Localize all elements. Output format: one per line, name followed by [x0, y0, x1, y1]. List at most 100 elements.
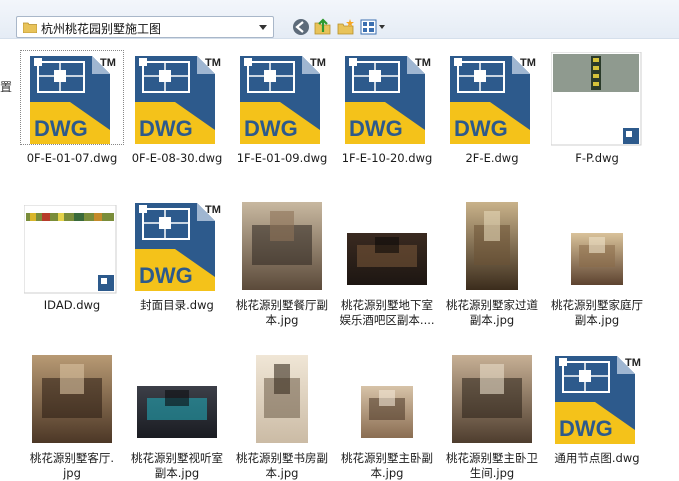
file-name-line: F-P.dwg	[575, 151, 619, 165]
file-name[interactable]: 桃花源别墅家过道 副本.jpg	[440, 298, 544, 328]
new-folder-icon[interactable]	[336, 17, 356, 37]
up-folder-icon[interactable]	[313, 17, 333, 37]
file-name[interactable]: 0F-E-08-30.dwg	[125, 151, 229, 166]
file-name-line: 桃花源别墅主卧卫	[446, 451, 538, 465]
file-name-line: 桃花源别墅家庭厅	[551, 298, 643, 312]
file-name[interactable]: 封面目录.dwg	[125, 298, 229, 313]
file-thumbnail[interactable]: DWG TM	[335, 50, 439, 145]
file-thumbnail[interactable]	[545, 50, 649, 147]
file-item[interactable]: 桃花源别墅主卧卫 生间.jpg	[440, 350, 544, 480]
file-name-line: 1F-E-10-20.dwg	[341, 151, 433, 165]
file-thumbnail[interactable]	[440, 197, 544, 292]
file-thumbnail[interactable]	[20, 197, 124, 295]
file-name-line: 生间.jpg	[469, 466, 515, 480]
file-thumbnail[interactable]	[440, 350, 544, 445]
file-name[interactable]: 桃花源别墅家庭厅 副本.jpg	[545, 298, 649, 328]
file-name-line: 娱乐酒吧区副本....	[339, 313, 435, 327]
file-item[interactable]: DWG TM 1F-E-10-20.dwg	[335, 50, 439, 180]
file-name-line: 封面目录.dwg	[140, 298, 214, 312]
file-name-line: 副本.jpg	[154, 466, 200, 480]
file-thumbnail[interactable]: DWG TM	[20, 50, 124, 145]
file-name[interactable]: 桃花源别墅主卧卫 生间.jpg	[440, 451, 544, 481]
file-thumbnail[interactable]: DWG TM	[545, 350, 649, 445]
svg-text:DWG: DWG	[34, 116, 88, 141]
file-thumbnail[interactable]	[230, 350, 334, 445]
file-name-line: 2F-E.dwg	[465, 151, 519, 165]
file-thumbnail[interactable]: DWG TM	[125, 197, 229, 292]
file-item[interactable]: 桃花源别墅客厅. jpg	[20, 350, 124, 480]
photo-thumbnail	[32, 355, 112, 443]
file-name[interactable]: IDAD.dwg	[20, 298, 124, 313]
file-name[interactable]: 桃花源别墅餐厅副 本.jpg	[230, 298, 334, 328]
dwg-file-icon: DWG TM	[135, 203, 221, 291]
svg-text:DWG: DWG	[454, 116, 508, 141]
file-item[interactable]: 桃花源别墅家过道 副本.jpg	[440, 197, 544, 327]
dwg-file-icon: DWG TM	[135, 56, 221, 144]
chevron-down-icon[interactable]	[259, 25, 267, 30]
file-name[interactable]: 桃花源别墅地下室 娱乐酒吧区副本....	[335, 298, 439, 328]
file-name-line: 桃花源别墅家过道	[446, 298, 538, 312]
file-name[interactable]: F-P.dwg	[545, 151, 649, 166]
file-thumbnail[interactable]: DWG TM	[125, 50, 229, 145]
file-thumbnail[interactable]	[335, 197, 439, 292]
file-name-line: 本.jpg	[265, 466, 299, 480]
file-thumbnail[interactable]	[335, 350, 439, 445]
file-item[interactable]: 桃花源别墅主卧副 本.jpg	[335, 350, 439, 480]
svg-text:TM: TM	[310, 57, 326, 69]
file-name-line: 1F-E-01-09.dwg	[236, 151, 328, 165]
file-thumbnail[interactable]	[20, 350, 124, 445]
svg-text:DWG: DWG	[559, 416, 613, 441]
file-name-line: 副本.jpg	[574, 313, 620, 327]
file-item[interactable]: DWG TM 2F-E.dwg	[440, 50, 544, 180]
dwg-file-icon: DWG TM	[30, 56, 116, 144]
file-item[interactable]: 桃花源别墅视听室 副本.jpg	[125, 350, 229, 480]
file-name[interactable]: 桃花源别墅视听室 副本.jpg	[125, 451, 229, 481]
file-item[interactable]: 桃花源别墅家庭厅 副本.jpg	[545, 197, 649, 327]
photo-thumbnail	[137, 386, 217, 438]
file-name-line: jpg	[63, 466, 81, 480]
dwg-file-icon: DWG TM	[555, 356, 641, 444]
file-name-line: 桃花源别墅地下室	[341, 298, 433, 312]
file-name-line: 0F-E-08-30.dwg	[131, 151, 223, 165]
svg-text:TM: TM	[415, 57, 431, 69]
file-item[interactable]: DWG TM 1F-E-01-09.dwg	[230, 50, 334, 180]
file-item[interactable]: IDAD.dwg	[20, 197, 124, 327]
file-item[interactable]: 桃花源别墅餐厅副 本.jpg	[230, 197, 334, 327]
file-name-line: 本.jpg	[265, 313, 299, 327]
file-item[interactable]: F-P.dwg	[545, 50, 649, 180]
svg-text:TM: TM	[520, 57, 536, 69]
file-name[interactable]: 1F-E-10-20.dwg	[335, 151, 439, 166]
file-name-line: 0F-E-01-07.dwg	[26, 151, 118, 165]
file-thumbnail[interactable]: DWG TM	[230, 50, 334, 145]
file-thumbnail[interactable]	[125, 350, 229, 445]
views-menu-icon[interactable]	[360, 17, 388, 37]
file-item[interactable]: DWG TM 通用节点图.dwg	[545, 350, 649, 480]
file-name[interactable]: 0F-E-01-07.dwg	[20, 151, 124, 166]
file-thumbnail[interactable]	[230, 197, 334, 292]
file-name[interactable]: 1F-E-01-09.dwg	[230, 151, 334, 166]
file-name[interactable]: 桃花源别墅客厅. jpg	[20, 451, 124, 481]
file-name[interactable]: 桃花源别墅书房副 本.jpg	[230, 451, 334, 481]
dwg-file-icon: DWG TM	[240, 56, 326, 144]
file-name[interactable]: 2F-E.dwg	[440, 151, 544, 166]
dwg-preview-icon	[551, 52, 643, 147]
file-name-line: 桃花源别墅主卧副	[341, 451, 433, 465]
file-thumbnail[interactable]: DWG TM	[440, 50, 544, 145]
photo-thumbnail	[571, 233, 623, 285]
photo-thumbnail	[466, 202, 518, 290]
file-name[interactable]: 桃花源别墅主卧副 本.jpg	[335, 451, 439, 481]
file-thumbnail[interactable]	[545, 197, 649, 292]
file-item[interactable]: 桃花源别墅书房副 本.jpg	[230, 350, 334, 480]
file-item[interactable]: 桃花源别墅地下室 娱乐酒吧区副本....	[335, 197, 439, 327]
file-name[interactable]: 通用节点图.dwg	[545, 451, 649, 466]
address-combo[interactable]: 杭州桃花园别墅施工图	[16, 16, 274, 38]
file-name-line: 桃花源别墅餐厅副	[236, 298, 328, 312]
svg-text:DWG: DWG	[139, 116, 193, 141]
photo-thumbnail	[452, 355, 532, 443]
file-item[interactable]: DWG TM 0F-E-08-30.dwg	[125, 50, 229, 180]
file-name-line: 桃花源别墅客厅.	[29, 451, 115, 465]
back-arrow-icon[interactable]	[291, 17, 311, 37]
file-item[interactable]: DWG TM 封面目录.dwg	[125, 197, 229, 327]
file-name-line: IDAD.dwg	[43, 298, 101, 312]
file-item[interactable]: DWG TM 0F-E-01-07.dwg	[20, 50, 124, 180]
